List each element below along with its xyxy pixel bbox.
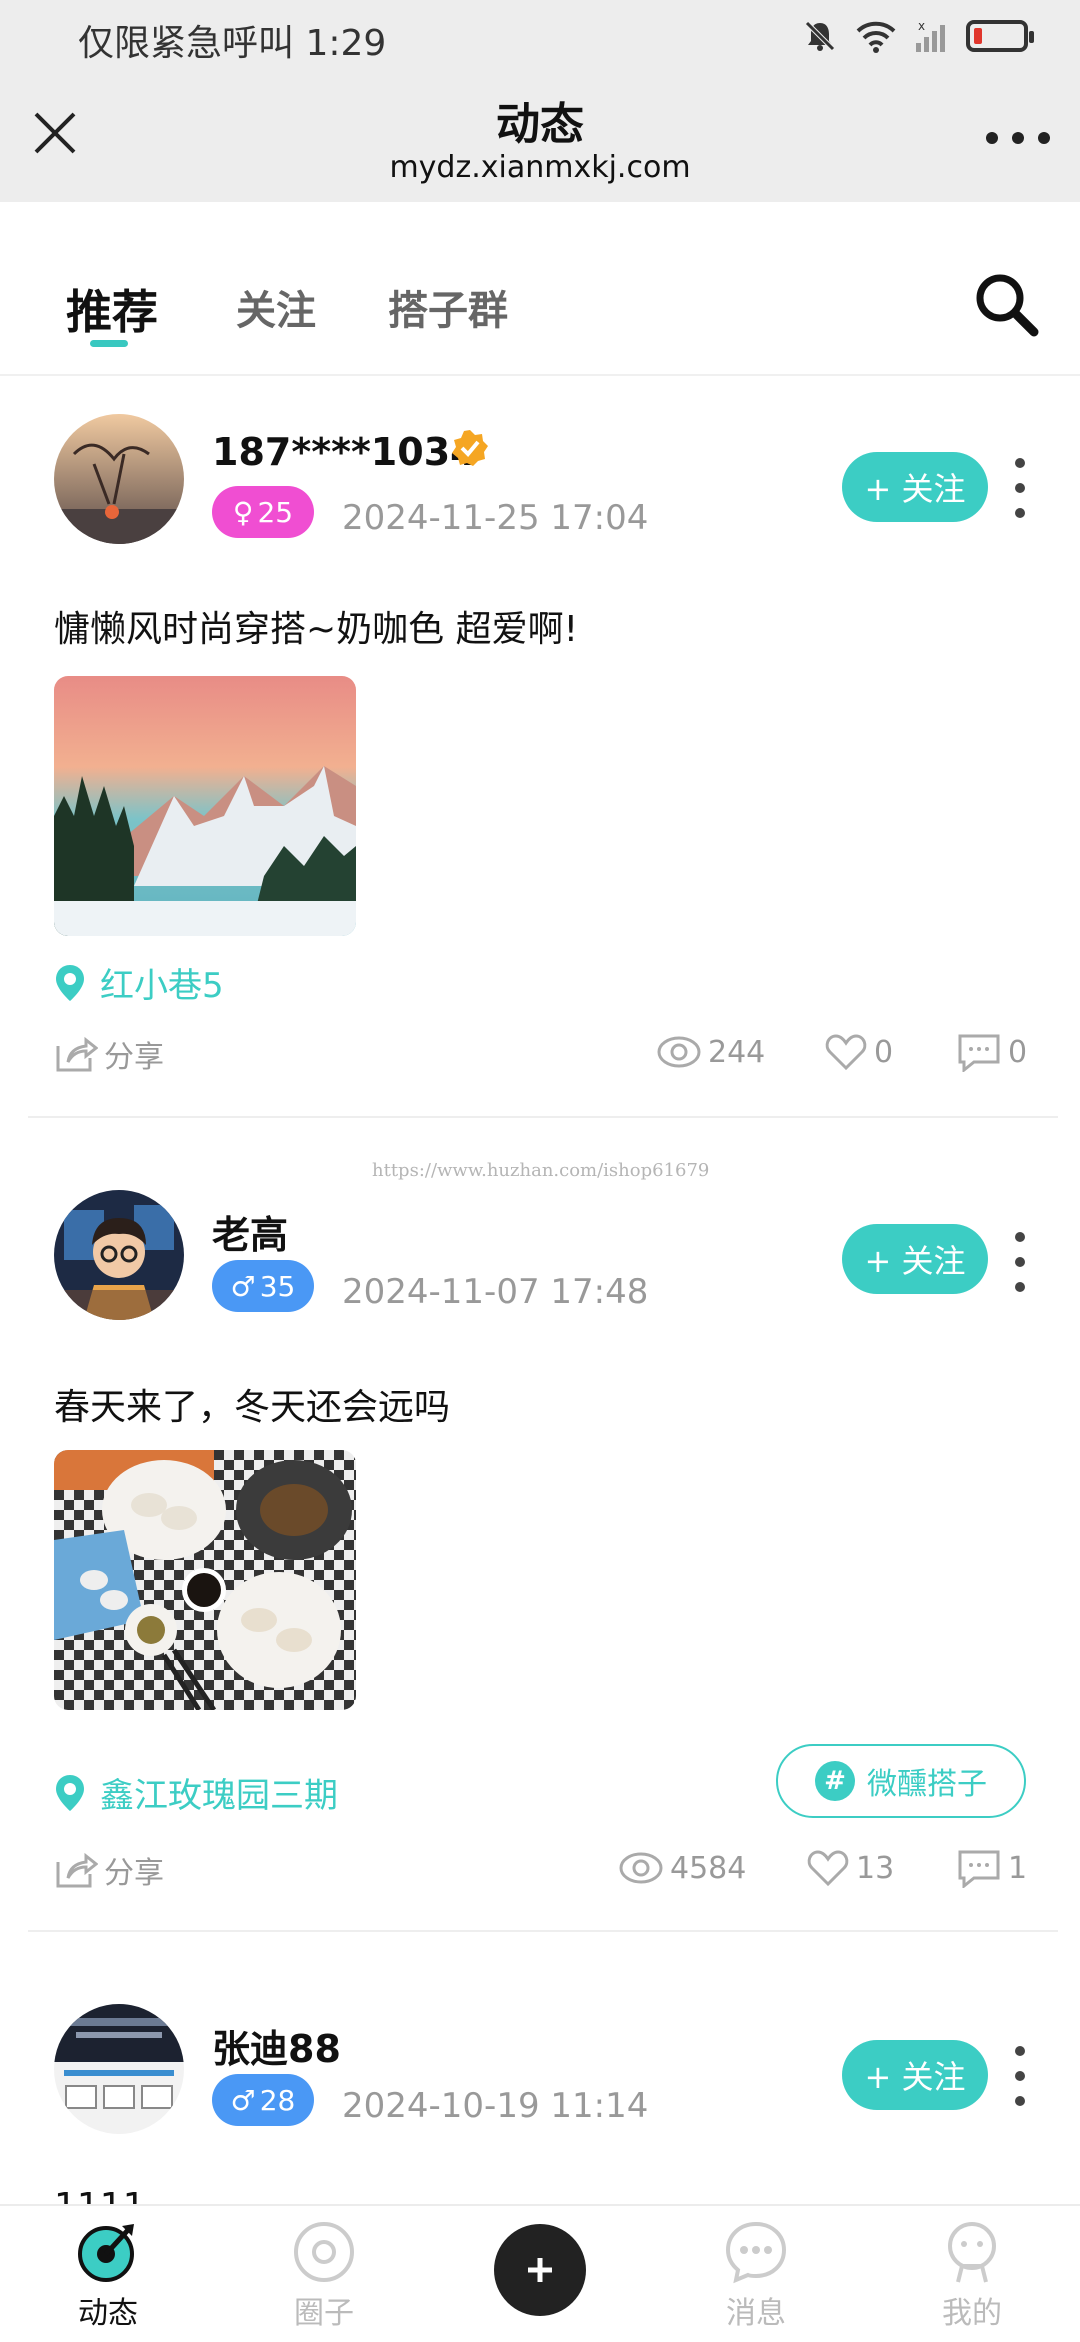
eye-icon xyxy=(619,1852,663,1884)
page-title: 动态 xyxy=(496,99,584,150)
tabs-divider xyxy=(0,374,1080,376)
username[interactable]: 老高 xyxy=(212,1204,288,1259)
status-text: 仅限紧急呼叫 1:29 xyxy=(78,23,387,64)
watermark-text: https://www.huzhan.com/ishop61679 xyxy=(372,1160,710,1181)
share-icon xyxy=(56,1036,98,1072)
avatar[interactable] xyxy=(54,1190,184,1320)
post-menu-button[interactable] xyxy=(1008,2046,1032,2106)
comment-icon xyxy=(958,1850,1000,1888)
post-location[interactable]: 鑫江玫瑰园三期 xyxy=(54,1768,338,1817)
tab-partner-groups[interactable]: 搭子群 xyxy=(388,278,508,336)
nav-circles[interactable]: 圈子 xyxy=(254,2206,394,2342)
post-image[interactable] xyxy=(54,676,356,936)
comment-icon xyxy=(958,1034,1000,1072)
tab-recommend[interactable]: 推荐 xyxy=(66,276,158,342)
post-divider xyxy=(28,1930,1058,1932)
gender-age-badge: ♂ 28 xyxy=(212,2074,314,2126)
bell-muted-icon xyxy=(805,21,835,51)
like-button[interactable]: 13 xyxy=(806,1848,894,1888)
view-count: 244 xyxy=(656,1032,765,1072)
comment-button[interactable]: 0 xyxy=(956,1032,1027,1072)
page-url: mydz.xianmxkj.com xyxy=(389,150,691,185)
follow-button[interactable]: + 关注 xyxy=(842,452,988,522)
verified-icon xyxy=(452,430,488,466)
top-bar: 仅限紧急呼叫 1:29 x 动态 mydz.xianmxkj.com xyxy=(0,0,1080,202)
avatar[interactable] xyxy=(54,414,184,544)
feed-icon xyxy=(78,2224,134,2282)
eye-icon xyxy=(657,1036,701,1068)
tab-following[interactable]: 关注 xyxy=(236,278,316,336)
post-image[interactable] xyxy=(54,1450,356,1710)
post-menu-button[interactable] xyxy=(1008,1232,1032,1292)
location-pin-icon xyxy=(56,1774,84,1811)
post-location[interactable]: 红小巷5 xyxy=(54,958,224,1007)
location-pin-icon xyxy=(56,964,84,1001)
post-time: 2024-10-19 11:14 xyxy=(342,2086,649,2126)
post-divider xyxy=(28,1116,1058,1118)
gender-age-badge: ♀ 25 xyxy=(212,486,314,538)
plus-icon xyxy=(528,2258,552,2282)
create-post-button[interactable] xyxy=(494,2224,586,2316)
nav-feed[interactable]: 动态 xyxy=(38,2206,178,2342)
topic-tag-button[interactable]: # 微醺搭子 xyxy=(776,1744,1026,1818)
signal-icon: x xyxy=(916,19,945,52)
follow-button[interactable]: + 关注 xyxy=(842,1224,988,1294)
post-time: 2024-11-25 17:04 xyxy=(342,498,649,538)
avatar[interactable] xyxy=(54,2004,184,2134)
search-icon[interactable] xyxy=(972,270,1042,340)
post-text: 春天来了，冬天还会远吗 xyxy=(54,1387,451,1428)
follow-button[interactable]: + 关注 xyxy=(842,2040,988,2110)
username[interactable]: 187****1034 xyxy=(212,430,477,474)
status-icons: x xyxy=(802,14,1034,58)
profile-icon xyxy=(948,2222,996,2283)
post-time: 2024-11-07 17:48 xyxy=(342,1272,649,1312)
wifi-icon xyxy=(856,21,896,53)
gender-age-badge: ♂ 35 xyxy=(212,1260,314,1312)
post-menu-button[interactable] xyxy=(1008,458,1032,518)
circles-icon xyxy=(294,2222,354,2282)
share-button[interactable]: 分享 xyxy=(54,1032,164,1076)
post-text: 慵懒风时尚穿搭~奶咖色 超爱啊! xyxy=(54,609,579,650)
tab-indicator xyxy=(90,340,128,347)
comment-button[interactable]: 1 xyxy=(956,1848,1027,1888)
hashtag-icon: # xyxy=(815,1761,855,1801)
share-button[interactable]: 分享 xyxy=(54,1848,164,1892)
share-icon xyxy=(56,1852,98,1888)
nav-profile[interactable]: 我的 xyxy=(902,2206,1042,2342)
view-count: 4584 xyxy=(618,1848,746,1888)
username[interactable]: 张迪88 xyxy=(212,2018,341,2073)
more-menu-button[interactable] xyxy=(986,118,1050,158)
heart-icon xyxy=(825,1034,867,1071)
message-icon xyxy=(725,2221,787,2284)
heart-icon xyxy=(807,1850,849,1887)
like-button[interactable]: 0 xyxy=(824,1032,893,1072)
nav-messages[interactable]: 消息 xyxy=(686,2206,826,2342)
battery-icon xyxy=(966,20,1034,52)
svg-text:x: x xyxy=(918,19,925,33)
bottom-nav: 动态 圈子 消息 我的 xyxy=(0,2204,1080,2340)
